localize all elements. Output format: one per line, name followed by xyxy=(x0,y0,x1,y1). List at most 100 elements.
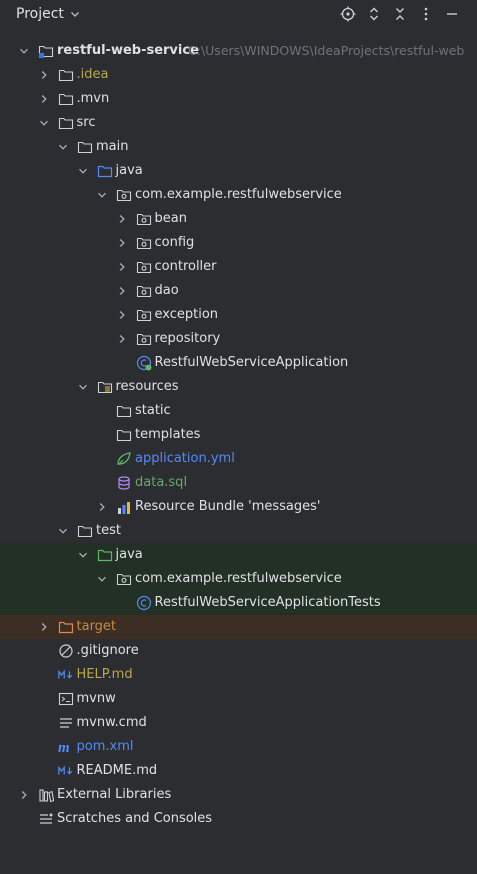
tree-node-src[interactable]: src xyxy=(0,111,477,135)
tree-node-readme-md[interactable]: README.md xyxy=(0,759,477,783)
chevron-right-icon[interactable] xyxy=(96,495,108,519)
chevron-right-icon[interactable] xyxy=(18,783,30,807)
tree-node-label: java xyxy=(115,547,143,562)
tree-node-root[interactable]: restful-web-service C:\Users\WINDOWS\Idea… xyxy=(0,39,477,63)
project-view-selector[interactable]: Project xyxy=(16,6,80,22)
tree-node-label: External Libraries xyxy=(57,787,172,802)
tree-node-idea[interactable]: .idea xyxy=(0,63,477,87)
package-icon xyxy=(136,283,152,299)
tree-node-repository[interactable]: repository xyxy=(0,327,477,351)
chevron-down-icon[interactable] xyxy=(77,543,89,567)
tree-node-label: templates xyxy=(135,427,201,442)
locate-icon[interactable] xyxy=(340,6,356,22)
chevron-down-icon[interactable] xyxy=(96,183,108,207)
chevron-right-icon[interactable] xyxy=(116,255,128,279)
tree-node-target[interactable]: target xyxy=(0,615,477,639)
tree-node-resource-bundle[interactable]: Resource Bundle 'messages' xyxy=(0,495,477,519)
project-tree: restful-web-service C:\Users\WINDOWS\Idea… xyxy=(0,39,477,831)
terminal-icon xyxy=(58,691,74,707)
tree-node-test-java[interactable]: java xyxy=(0,543,477,567)
chevron-right-icon[interactable] xyxy=(38,63,50,87)
chevron-down-icon[interactable] xyxy=(77,159,89,183)
tree-node-config[interactable]: config xyxy=(0,231,477,255)
tree-node-resources[interactable]: resources xyxy=(0,375,477,399)
package-icon xyxy=(136,259,152,275)
tree-node-test[interactable]: test xyxy=(0,519,477,543)
tree-node-controller[interactable]: controller xyxy=(0,255,477,279)
tree-node-label: repository xyxy=(154,331,221,346)
package-icon xyxy=(116,571,132,587)
chevron-right-icon[interactable] xyxy=(116,279,128,303)
tree-node-java[interactable]: java xyxy=(0,159,477,183)
chevron-right-icon[interactable] xyxy=(116,327,128,351)
tree-node-label: HELP.md xyxy=(76,667,133,682)
tree-node-data-sql[interactable]: data.sql xyxy=(0,471,477,495)
class-icon xyxy=(136,595,152,611)
tree-node-scratches[interactable]: Scratches and Consoles xyxy=(0,807,477,831)
minimize-icon[interactable] xyxy=(444,6,460,22)
libraries-icon xyxy=(38,787,54,803)
tree-node-label: com.example.restfulwebservice xyxy=(135,571,342,586)
tree-node-main[interactable]: main xyxy=(0,135,477,159)
tree-node-label: com.example.restfulwebservice xyxy=(135,187,342,202)
tree-node-label: main xyxy=(96,139,129,154)
markdown-icon xyxy=(57,667,74,683)
tree-node-label: test xyxy=(96,523,121,538)
tree-node-label: .gitignore xyxy=(76,643,139,658)
tree-node-mvn[interactable]: .mvn xyxy=(0,87,477,111)
chevron-right-icon[interactable] xyxy=(116,231,128,255)
tree-node-gitignore[interactable]: .gitignore xyxy=(0,639,477,663)
chevron-down-icon[interactable] xyxy=(57,135,69,159)
tree-node-app-class[interactable]: RestfulWebServiceApplication xyxy=(0,351,477,375)
tree-node-external-libraries[interactable]: External Libraries xyxy=(0,783,477,807)
expand-collapse-icon[interactable] xyxy=(366,6,382,22)
scratches-icon xyxy=(38,811,54,827)
tree-node-label: dao xyxy=(154,283,179,298)
chevron-down-icon[interactable] xyxy=(18,39,30,63)
folder-icon xyxy=(58,67,74,83)
tree-node-label: resources xyxy=(115,379,179,394)
tree-node-label: mvnw.cmd xyxy=(76,715,147,730)
chevron-down-icon[interactable] xyxy=(96,567,108,591)
chevron-down-icon xyxy=(70,9,80,19)
folder-icon xyxy=(77,523,93,539)
chevron-down-icon[interactable] xyxy=(38,111,50,135)
chevron-right-icon[interactable] xyxy=(116,303,128,327)
chevron-right-icon[interactable] xyxy=(38,615,50,639)
tree-node-templates[interactable]: templates xyxy=(0,423,477,447)
ignore-file-icon xyxy=(58,643,74,659)
tree-node-static[interactable]: static xyxy=(0,399,477,423)
folder-icon xyxy=(58,115,74,131)
tree-node-bean[interactable]: bean xyxy=(0,207,477,231)
collapse-all-icon[interactable] xyxy=(392,6,408,22)
package-icon xyxy=(116,187,132,203)
tree-node-package-main[interactable]: com.example.restfulwebservice xyxy=(0,183,477,207)
tree-node-package-test[interactable]: com.example.restfulwebservice xyxy=(0,567,477,591)
folder-icon xyxy=(116,427,132,443)
tree-node-pom-xml[interactable]: m pom.xml xyxy=(0,735,477,759)
folder-icon xyxy=(116,403,132,419)
source-folder-icon xyxy=(97,163,113,179)
tree-node-dao[interactable]: dao xyxy=(0,279,477,303)
tree-node-exception[interactable]: exception xyxy=(0,303,477,327)
tree-node-label: static xyxy=(135,403,171,418)
tree-node-label: src xyxy=(76,115,96,130)
tree-node-test-class[interactable]: RestfulWebServiceApplicationTests xyxy=(0,591,477,615)
chevron-right-icon[interactable] xyxy=(38,87,50,111)
module-folder-icon xyxy=(38,43,54,59)
more-icon[interactable] xyxy=(418,6,434,22)
package-icon xyxy=(136,307,152,323)
svg-text:m: m xyxy=(58,740,70,755)
tree-node-label: .mvn xyxy=(76,91,110,106)
tree-node-mvnw-cmd[interactable]: mvnw.cmd xyxy=(0,711,477,735)
chevron-right-icon[interactable] xyxy=(116,207,128,231)
tree-node-label: Resource Bundle 'messages' xyxy=(135,499,321,514)
chevron-down-icon[interactable] xyxy=(57,519,69,543)
tree-node-mvnw[interactable]: mvnw xyxy=(0,687,477,711)
tree-node-label: application.yml xyxy=(135,451,235,466)
chevron-down-icon[interactable] xyxy=(77,375,89,399)
tree-node-label: mvnw xyxy=(76,691,116,706)
tree-node-help-md[interactable]: HELP.md xyxy=(0,663,477,687)
resource-bundle-icon xyxy=(116,499,132,515)
tree-node-application-yml[interactable]: application.yml xyxy=(0,447,477,471)
